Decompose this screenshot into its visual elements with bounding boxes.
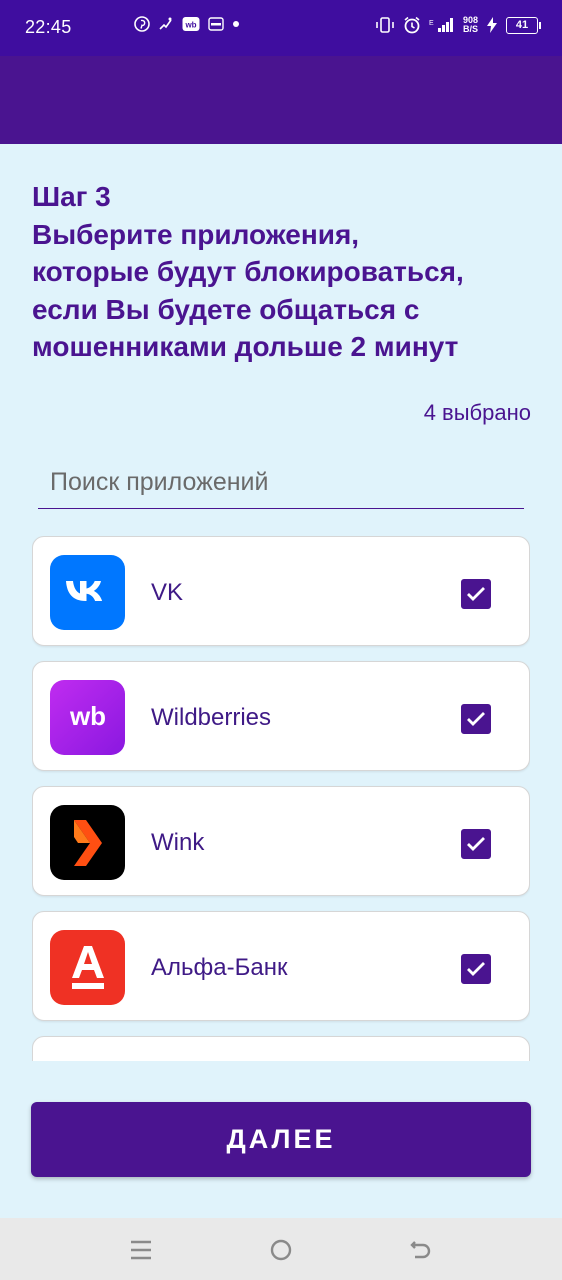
svg-text:E: E xyxy=(429,20,434,27)
network-speed-unit: B/S xyxy=(462,24,478,34)
step-instruction-line: Выберите приложения, xyxy=(32,218,360,250)
search-input[interactable] xyxy=(50,468,520,497)
app-name: Альфа-Банк xyxy=(151,954,288,981)
checkmark-icon xyxy=(467,712,485,726)
status-time: 22:45 xyxy=(25,17,72,37)
alarm-icon xyxy=(404,16,420,34)
list-item[interactable]: Альфа-Банк xyxy=(32,911,530,1021)
step-instruction-line: мошенниками дольше 2 минут xyxy=(32,331,459,362)
svg-text:wb: wb xyxy=(68,703,105,731)
vibrate-icon xyxy=(376,17,394,33)
next-button[interactable]: ДАЛЕЕ xyxy=(31,1102,531,1177)
charging-icon xyxy=(487,17,497,33)
system-nav-bar xyxy=(0,1218,562,1280)
app-list[interactable]: VK wb Wildberries Wink Альфа-Банк xyxy=(32,536,530,1061)
checkmark-icon xyxy=(467,962,485,976)
burger-king-icon xyxy=(208,17,224,31)
checkmark-icon xyxy=(467,837,485,851)
search-field[interactable] xyxy=(38,462,524,509)
app-name: Wildberries xyxy=(151,704,272,731)
home-button[interactable] xyxy=(267,1236,295,1264)
menu-icon xyxy=(131,1240,151,1260)
app-checkbox[interactable] xyxy=(461,829,491,859)
app-checkbox[interactable] xyxy=(461,954,491,984)
step-title: Шаг 3 Выберите приложения, которые будут… xyxy=(32,178,532,366)
step-number: Шаг 3 xyxy=(32,181,111,212)
app-checkbox[interactable] xyxy=(461,704,491,734)
app-name: Wink xyxy=(151,829,205,856)
list-item[interactable] xyxy=(32,1036,530,1061)
svg-text:wb: wb xyxy=(184,21,196,30)
alfa-bank-icon xyxy=(50,930,125,1005)
system-status-icons: E 908 B/S 41 xyxy=(375,16,541,34)
back-arrow-icon xyxy=(410,1241,431,1259)
selected-count: 4 выбрано xyxy=(423,400,531,425)
activity-icon xyxy=(159,17,172,30)
app-checkbox[interactable] xyxy=(461,579,491,609)
list-item[interactable]: Wink xyxy=(32,786,530,896)
signal-icon: E xyxy=(429,18,453,32)
wink-icon xyxy=(50,805,125,880)
network-speed: 908 B/S xyxy=(463,16,478,34)
battery-level: 41 xyxy=(515,18,529,31)
list-item[interactable]: wb Wildberries xyxy=(32,661,530,771)
step-instruction-line: которые будут блокироваться, xyxy=(32,256,464,287)
battery-icon: 41 xyxy=(506,16,541,34)
more-notifications-icon xyxy=(233,21,239,27)
app-bar xyxy=(0,56,562,144)
notification-icons: wb xyxy=(80,16,240,32)
list-item[interactable]: VK xyxy=(32,536,530,646)
checkmark-icon xyxy=(467,587,485,601)
pinterest-icon xyxy=(134,16,150,32)
app-name: VK xyxy=(151,579,184,606)
status-bar: 22:45 wb E 908 B/S 41 xyxy=(0,0,562,56)
recents-button[interactable] xyxy=(127,1236,155,1264)
wildberries-icon: wb xyxy=(50,680,125,755)
wildberries-notification-icon: wb xyxy=(182,17,200,31)
home-circle-icon xyxy=(270,1239,292,1261)
back-button[interactable] xyxy=(407,1236,435,1264)
step-instruction-line: если Вы будете общаться с xyxy=(32,293,420,325)
vk-icon xyxy=(50,555,125,630)
